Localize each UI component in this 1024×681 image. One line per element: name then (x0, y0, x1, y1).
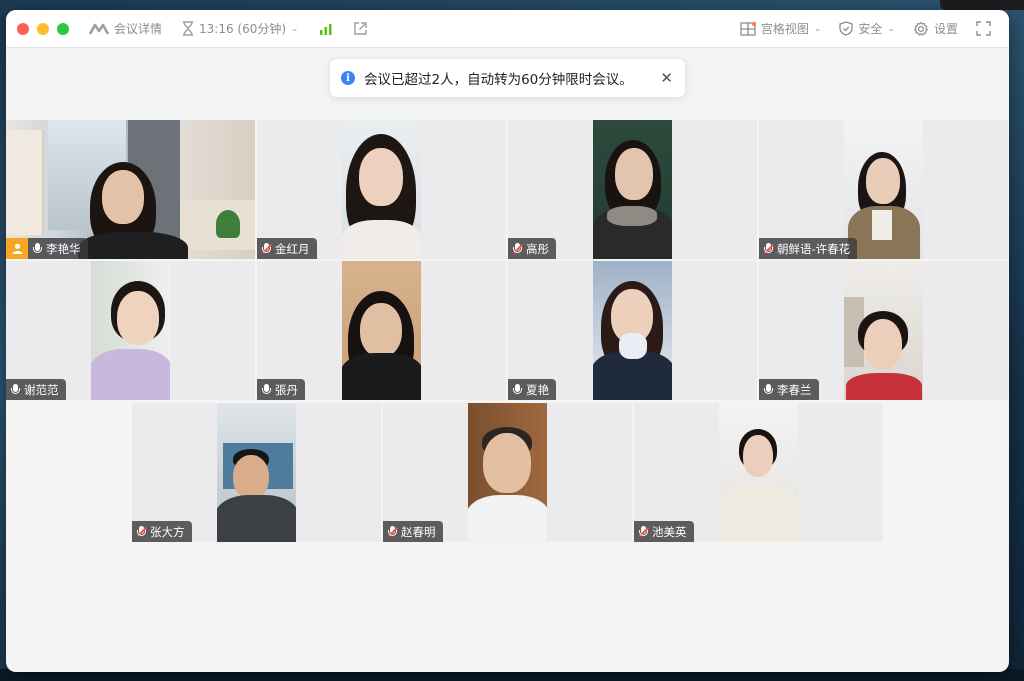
participant-tile[interactable]: 朝鲜语-许春花 (759, 120, 1008, 259)
participant-name: 李春兰 (777, 382, 812, 397)
participant-video (91, 261, 170, 400)
close-window-button[interactable] (17, 22, 29, 35)
participant-name-tag: 池美英 (634, 521, 694, 542)
settings-button[interactable]: 设置 (913, 20, 958, 37)
participant-tile[interactable]: 赵春明 (383, 403, 632, 542)
participant-tile[interactable]: 張丹 (257, 261, 506, 400)
network-signal[interactable] (319, 23, 333, 35)
meeting-details-button[interactable]: 会议详情 (89, 20, 162, 37)
participant-name-tag: 高彤 (508, 238, 556, 259)
chevron-down-icon: ⌄ (813, 23, 822, 34)
microphone-muted-icon (262, 242, 272, 255)
participant-tile[interactable]: 李艳华 (6, 120, 255, 259)
participant-tile[interactable]: 李春兰 (759, 261, 1008, 400)
participant-name-tag: 李春兰 (759, 379, 819, 400)
participant-name: 朝鲜语-许春花 (777, 241, 851, 256)
meeting-window: 会议详情 13:16 (60分钟) ⌄ 宫格视图 ⌄ 安全 ⌄ 设置 i 会议已… (6, 10, 1009, 672)
microphone-icon (33, 242, 42, 255)
participant-tile[interactable]: 金红月 (257, 120, 506, 259)
participant-video (217, 403, 296, 542)
time-limit-notification: i 会议已超过2人，自动转为60分钟限时会议。 ✕ (329, 58, 686, 98)
participant-video (342, 120, 421, 259)
grid-view-icon (740, 21, 756, 36)
participant-name: 李艳华 (46, 241, 81, 256)
minimize-window-button[interactable] (37, 22, 49, 35)
microphone-muted-icon (639, 525, 649, 538)
microphone-muted-icon (764, 242, 774, 255)
participant-name-tag: 夏艳 (508, 379, 556, 400)
participant-tile[interactable]: 张大方 (132, 403, 381, 542)
participant-name: 赵春明 (401, 524, 436, 539)
host-badge (6, 238, 28, 259)
fullscreen-button[interactable] (976, 21, 991, 36)
external-share-icon (353, 22, 367, 35)
participant-tile[interactable]: 夏艳 (508, 261, 757, 400)
participant-video (844, 261, 923, 400)
meeting-logo-icon (89, 23, 109, 35)
participant-name: 池美英 (652, 524, 687, 539)
participant-tile[interactable]: 池美英 (634, 403, 883, 542)
desktop-corner-widget (940, 0, 1024, 10)
participant-name: 高彤 (526, 241, 549, 256)
microphone-icon (262, 383, 271, 396)
microphone-muted-icon (513, 242, 523, 255)
meeting-details-label: 会议详情 (114, 22, 163, 36)
info-icon: i (341, 71, 355, 85)
participant-name-tag: 朝鲜语-许春花 (759, 238, 858, 259)
participant-name-tag: 張丹 (257, 379, 305, 400)
participant-video (844, 120, 923, 259)
user-icon (12, 243, 22, 254)
participant-name: 谢范范 (24, 382, 59, 397)
fullscreen-icon (976, 21, 991, 36)
participant-video (468, 403, 547, 542)
participant-name-tag: 金红月 (257, 238, 317, 259)
meeting-timer[interactable]: 13:16 (60分钟) ⌄ (182, 20, 299, 37)
participant-name-tag: 张大方 (132, 521, 192, 542)
participant-video (342, 261, 421, 400)
zoom-window-button[interactable] (57, 22, 69, 35)
participant-video (719, 403, 798, 542)
participant-tile[interactable]: 谢范范 (6, 261, 255, 400)
participant-video (593, 261, 672, 400)
participant-name: 张大方 (150, 524, 185, 539)
shield-icon (839, 21, 854, 36)
participant-name: 金红月 (275, 241, 310, 256)
hourglass-icon (183, 21, 194, 36)
security-button[interactable]: 安全 ⌄ (839, 20, 895, 37)
participant-name-tag: 赵春明 (383, 521, 443, 542)
participant-name-tag: 李艳华 (28, 238, 88, 259)
participant-video (593, 120, 672, 259)
participant-name-tag: 谢范范 (6, 379, 66, 400)
titlebar: 会议详情 13:16 (60分钟) ⌄ 宫格视图 ⌄ 安全 ⌄ 设置 (6, 10, 1009, 48)
timer-label: 13:16 (60分钟) (199, 22, 287, 36)
signal-bars-icon (319, 23, 332, 35)
participant-tile[interactable]: 高彤 (508, 120, 757, 259)
microphone-muted-icon (137, 525, 147, 538)
settings-label: 设置 (933, 22, 958, 36)
microphone-icon (513, 383, 522, 396)
security-label: 安全 (858, 22, 883, 36)
grid-view-button[interactable]: 宫格视图 ⌄ (740, 20, 822, 37)
microphone-muted-icon (388, 525, 398, 538)
chevron-down-icon: ⌄ (291, 23, 299, 34)
microphone-icon (11, 383, 20, 396)
window-controls (17, 22, 69, 35)
grid-view-label: 宫格视图 (760, 22, 809, 36)
chevron-down-icon: ⌄ (887, 23, 895, 34)
participant-name: 張丹 (275, 382, 298, 397)
notification-message: 会议已超过2人，自动转为60分钟限时会议。 (364, 72, 633, 88)
microphone-icon (764, 383, 773, 396)
share-out-button[interactable] (353, 21, 368, 36)
participant-name: 夏艳 (526, 382, 549, 397)
close-icon[interactable]: ✕ (660, 69, 673, 87)
gear-icon (913, 21, 929, 36)
